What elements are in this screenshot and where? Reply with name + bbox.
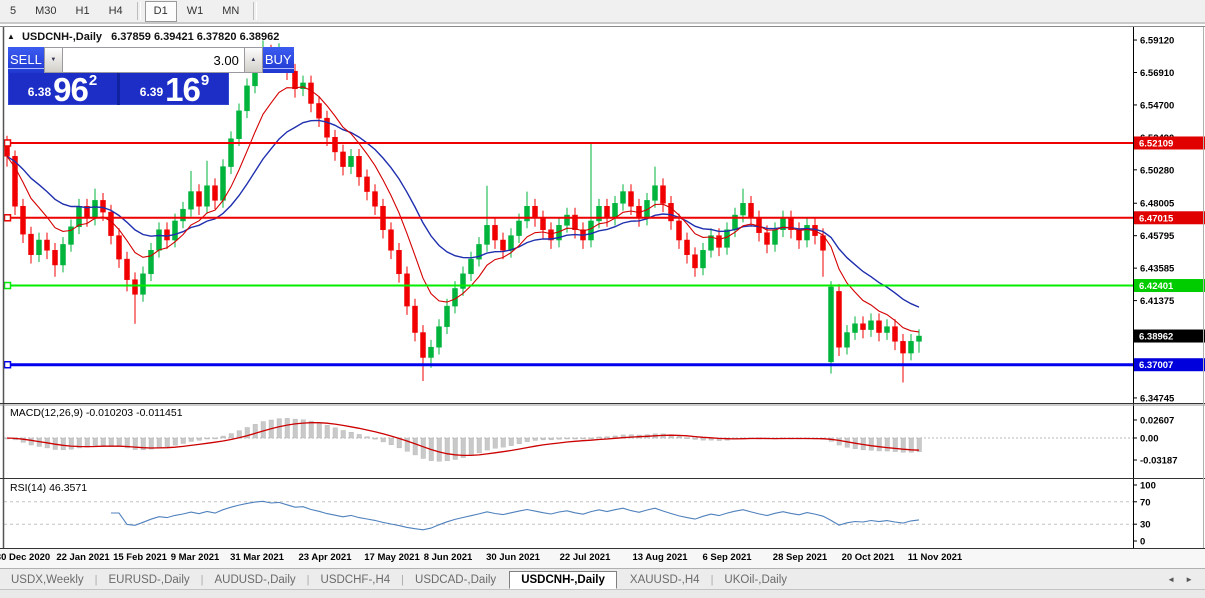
date-tick-label: 8 Jun 2021 xyxy=(424,552,473,563)
buy-price-pip-digit: 9 xyxy=(201,72,209,89)
svg-text:6.48005: 6.48005 xyxy=(1140,199,1175,210)
volume-decrease-button[interactable]: ▼ xyxy=(45,48,63,72)
svg-text:100: 100 xyxy=(1140,480,1156,491)
trading-terminal-window: 5M30H1H4 D1W1MN 6.59120 6.56910 6.54700 6.52… xyxy=(0,0,1205,598)
tab-scroll-buttons: ◄► xyxy=(1167,575,1205,584)
timeframe-button-mn[interactable]: MN xyxy=(213,1,248,22)
volume-spinner: ▼ ▲ xyxy=(44,47,263,73)
sell-button[interactable]: SELL xyxy=(8,47,44,73)
svg-text:6.43585: 6.43585 xyxy=(1140,264,1175,275)
svg-text:0.00: 0.00 xyxy=(1140,433,1159,444)
date-tick-label: 11 Nov 2021 xyxy=(908,552,962,563)
svg-text:6.42401: 6.42401 xyxy=(1139,281,1174,292)
buy-price-display[interactable]: 6.39 16 9 xyxy=(117,73,229,105)
timeframe-toolbar: 5M30H1H4 D1W1MN xyxy=(0,0,1205,24)
chart-ohlc-values: 6.37859 6.39421 6.37820 6.38962 xyxy=(111,31,279,43)
sell-price-pip-digit: 2 xyxy=(89,72,97,89)
date-tick-label: 17 May 2021 xyxy=(364,552,419,563)
sell-price-prefix: 6.38 xyxy=(28,85,51,99)
svg-text:6.34745: 6.34745 xyxy=(1140,393,1175,404)
svg-text:30: 30 xyxy=(1140,520,1151,531)
date-tick-label: 31 Mar 2021 xyxy=(230,552,284,563)
date-tick-label: 6 Sep 2021 xyxy=(702,552,751,563)
sell-price-display[interactable]: 6.38 96 2 xyxy=(8,73,117,105)
sell-price-big-digits: 96 xyxy=(53,77,88,103)
chart-tab-usdcad-[interactable]: USDCAD-,Daily xyxy=(404,572,507,588)
chart-symbol-label: USDCNH-,Daily xyxy=(22,31,102,43)
svg-text:70: 70 xyxy=(1140,497,1151,508)
time-axis[interactable]: 30 Dec 2020 22 Jan 2021 15 Feb 2021 9 Mar 2… xyxy=(0,549,1205,568)
timeframe-button-5[interactable]: 5 xyxy=(1,1,25,22)
date-tick-label: 22 Jul 2021 xyxy=(560,552,611,563)
date-tick-label: 15 Feb 2021 xyxy=(113,552,167,563)
buy-button-label: BUY xyxy=(263,52,294,69)
timeframe-button-h1[interactable]: H1 xyxy=(67,1,99,22)
svg-text:6.52109: 6.52109 xyxy=(1139,138,1173,149)
arrow-down-icon: ▼ xyxy=(50,57,56,63)
date-tick-label: 30 Jun 2021 xyxy=(486,552,540,563)
buy-price-prefix: 6.39 xyxy=(140,85,163,99)
toolbar-separator xyxy=(137,2,141,20)
chart-tab-xauusd-[interactable]: XAUUSD-,H4 xyxy=(619,572,711,588)
svg-text:6.41375: 6.41375 xyxy=(1140,296,1175,307)
date-tick-label: 20 Oct 2021 xyxy=(842,552,895,563)
svg-text:0.02607: 0.02607 xyxy=(1140,415,1174,426)
arrow-up-icon: ▲ xyxy=(250,57,256,63)
svg-text:6.37007: 6.37007 xyxy=(1139,360,1173,371)
chart-tab-usdcnh-[interactable]: USDCNH-,Daily xyxy=(509,571,617,589)
svg-text:6.52490: 6.52490 xyxy=(1140,133,1174,144)
svg-text:6.56910: 6.56910 xyxy=(1140,68,1174,79)
scroll-right-icon[interactable]: ► xyxy=(1185,575,1193,584)
timeframe-button-h4[interactable]: H4 xyxy=(100,1,132,22)
date-tick-label: 30 Dec 2020 xyxy=(0,552,50,563)
svg-text:0: 0 xyxy=(1140,536,1145,547)
chart-tab-eurusd-[interactable]: EURUSD-,Daily xyxy=(98,572,201,588)
svg-text:6.54700: 6.54700 xyxy=(1140,100,1174,111)
collapse-triangle-icon[interactable]: ▲ xyxy=(7,32,15,41)
timeframe-button-m30[interactable]: M30 xyxy=(26,1,65,22)
chart-tab-usdchf-[interactable]: USDCHF-,H4 xyxy=(310,572,402,588)
scroll-left-icon[interactable]: ◄ xyxy=(1167,575,1175,584)
date-tick-label: 23 Apr 2021 xyxy=(299,552,352,563)
buy-button[interactable]: BUY xyxy=(263,47,294,73)
volume-input[interactable] xyxy=(63,48,244,72)
date-tick-label: 13 Aug 2021 xyxy=(632,552,687,563)
toolbar-separator xyxy=(253,2,257,20)
date-tick-label: 22 Jan 2021 xyxy=(56,552,109,563)
buy-price-big-digits: 16 xyxy=(165,77,200,103)
svg-text:6.47015: 6.47015 xyxy=(1139,213,1174,224)
svg-text:6.45795: 6.45795 xyxy=(1140,231,1175,242)
svg-text:-0.03187: -0.03187 xyxy=(1140,456,1178,467)
date-tick-label: 28 Sep 2021 xyxy=(773,552,827,563)
chart-tab-usdx[interactable]: USDX,Weekly xyxy=(0,572,95,588)
timeframe-button-d1[interactable]: D1 xyxy=(145,1,177,22)
sell-button-label: SELL xyxy=(8,52,44,69)
svg-text:6.50280: 6.50280 xyxy=(1140,165,1174,176)
svg-text:6.59120: 6.59120 xyxy=(1140,36,1174,47)
chart-title: ▲ USDCNH-,Daily 6.37859 6.39421 6.37820 … xyxy=(7,31,279,43)
one-click-trade-widget: SELL ▼ ▲ BUY 6.38 96 2 6.39 xyxy=(8,47,229,105)
chart-tab-bar: USDX,Weekly|EURUSD-,Daily|AUDUSD-,Daily|… xyxy=(0,568,1205,590)
volume-increase-button[interactable]: ▲ xyxy=(244,48,262,72)
svg-text:6.38962: 6.38962 xyxy=(1139,332,1173,343)
chart-tab-ukoil-[interactable]: UKOil-,Daily xyxy=(713,572,798,588)
chart-tab-audusd-[interactable]: AUDUSD-,Daily xyxy=(204,572,307,588)
window-bottom-edge xyxy=(0,589,1205,598)
timeframe-button-w1[interactable]: W1 xyxy=(178,1,213,22)
date-tick-label: 9 Mar 2021 xyxy=(171,552,220,563)
